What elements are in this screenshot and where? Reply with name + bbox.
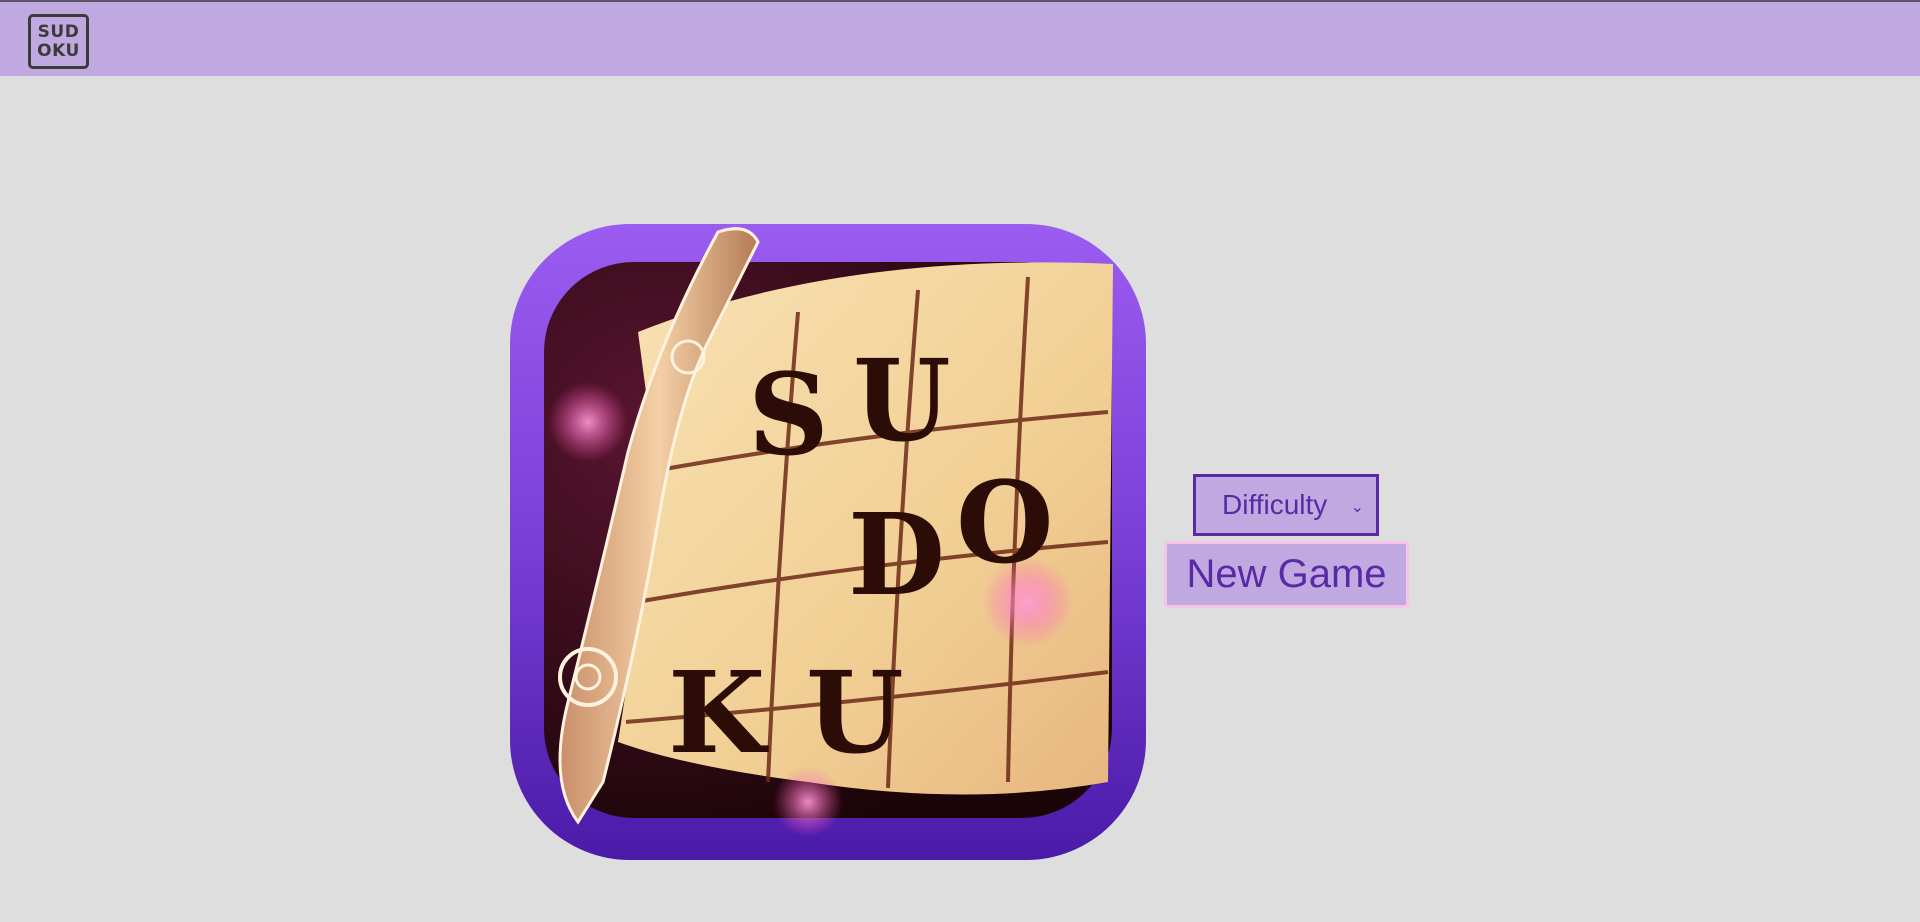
letter-u-2: U (806, 648, 904, 779)
new-game-button[interactable]: New Game (1164, 541, 1409, 608)
sudoku-logo[interactable]: SUD OKU (28, 14, 89, 69)
logo-line-2: OKU (37, 40, 80, 61)
top-bar: SUD OKU (0, 0, 1920, 76)
letter-k: K (668, 648, 769, 779)
letter-s: S (748, 350, 829, 481)
sudoku-hero-image: S U D O K U (510, 224, 1146, 860)
chevron-down-icon: ⌄ (1350, 499, 1364, 516)
difficulty-select[interactable]: Difficulty ⌄ (1193, 474, 1379, 536)
difficulty-label: Difficulty (1222, 489, 1328, 520)
logo-line-1: SUD (37, 21, 80, 42)
letter-d: D (848, 490, 945, 621)
new-game-label: New Game (1186, 552, 1387, 596)
letter-u: U (853, 336, 951, 467)
